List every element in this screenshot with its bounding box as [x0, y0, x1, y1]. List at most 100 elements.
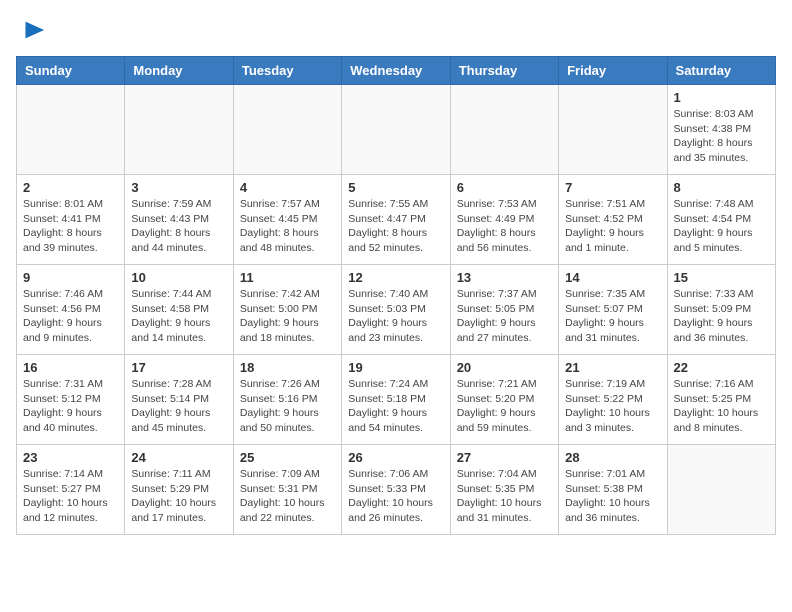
day-cell: 1Sunrise: 8:03 AM Sunset: 4:38 PM Daylig…	[667, 85, 775, 175]
day-info: Sunrise: 7:42 AM Sunset: 5:00 PM Dayligh…	[240, 287, 335, 346]
week-row-5: 23Sunrise: 7:14 AM Sunset: 5:27 PM Dayli…	[17, 445, 776, 535]
col-header-monday: Monday	[125, 57, 233, 85]
day-number: 27	[457, 450, 552, 465]
day-number: 12	[348, 270, 443, 285]
day-info: Sunrise: 7:19 AM Sunset: 5:22 PM Dayligh…	[565, 377, 660, 436]
day-number: 13	[457, 270, 552, 285]
day-number: 14	[565, 270, 660, 285]
day-info: Sunrise: 7:59 AM Sunset: 4:43 PM Dayligh…	[131, 197, 226, 256]
day-info: Sunrise: 7:44 AM Sunset: 4:58 PM Dayligh…	[131, 287, 226, 346]
day-cell: 27 Sunrise: 7:04 AM Sunset: 5:35 PM Dayli…	[450, 445, 558, 535]
day-cell: 24 Sunrise: 7:11 AM Sunset: 5:29 PM Dayli…	[125, 445, 233, 535]
day-cell	[17, 85, 125, 175]
day-cell: 23Sunrise: 7:14 AM Sunset: 5:27 PM Dayli…	[17, 445, 125, 535]
day-info: Sunrise: 7:35 AM Sunset: 5:07 PM Dayligh…	[565, 287, 660, 346]
day-number: 19	[348, 360, 443, 375]
day-cell: 19 Sunrise: 7:24 AM Sunset: 5:18 PM Dayli…	[342, 355, 450, 445]
day-cell: 12 Sunrise: 7:40 AM Sunset: 5:03 PM Dayli…	[342, 265, 450, 355]
day-number: 16	[23, 360, 118, 375]
day-number: 5	[348, 180, 443, 195]
day-info: Sunrise: 7:01 AM Sunset: 5:38 PM Dayligh…	[565, 467, 660, 526]
day-number: 9	[23, 270, 118, 285]
day-info: Sunrise: 7:21 AM Sunset: 5:20 PM Dayligh…	[457, 377, 552, 436]
day-cell: 5 Sunrise: 7:55 AM Sunset: 4:47 PM Daylig…	[342, 175, 450, 265]
day-number: 4	[240, 180, 335, 195]
day-cell: 14 Sunrise: 7:35 AM Sunset: 5:07 PM Dayli…	[559, 265, 667, 355]
day-number: 11	[240, 270, 335, 285]
day-cell: 21 Sunrise: 7:19 AM Sunset: 5:22 PM Dayli…	[559, 355, 667, 445]
day-number: 3	[131, 180, 226, 195]
day-info: Sunrise: 7:55 AM Sunset: 4:47 PM Dayligh…	[348, 197, 443, 256]
day-cell: 22 Sunrise: 7:16 AM Sunset: 5:25 PM Dayli…	[667, 355, 775, 445]
day-cell	[342, 85, 450, 175]
day-cell: 18 Sunrise: 7:26 AM Sunset: 5:16 PM Dayli…	[233, 355, 341, 445]
day-cell: 2 Sunrise: 8:01 AM Sunset: 4:41 PM Daylig…	[17, 175, 125, 265]
day-cell: 17 Sunrise: 7:28 AM Sunset: 5:14 PM Dayli…	[125, 355, 233, 445]
day-cell: 28 Sunrise: 7:01 AM Sunset: 5:38 PM Dayli…	[559, 445, 667, 535]
day-cell: 20 Sunrise: 7:21 AM Sunset: 5:20 PM Dayli…	[450, 355, 558, 445]
day-cell: 15 Sunrise: 7:33 AM Sunset: 5:09 PM Dayli…	[667, 265, 775, 355]
day-cell	[559, 85, 667, 175]
week-row-4: 16 Sunrise: 7:31 AM Sunset: 5:12 PM Dayli…	[17, 355, 776, 445]
day-cell	[125, 85, 233, 175]
day-info: Sunrise: 7:24 AM Sunset: 5:18 PM Dayligh…	[348, 377, 443, 436]
day-number: 2	[23, 180, 118, 195]
header	[16, 16, 776, 44]
day-cell	[450, 85, 558, 175]
day-info: Sunrise: 7:33 AM Sunset: 5:09 PM Dayligh…	[674, 287, 769, 346]
logo-icon	[18, 16, 46, 44]
day-number: 22	[674, 360, 769, 375]
col-header-wednesday: Wednesday	[342, 57, 450, 85]
day-info: Sunrise: 7:28 AM Sunset: 5:14 PM Dayligh…	[131, 377, 226, 436]
day-info: Sunrise: 7:46 AM Sunset: 4:56 PM Dayligh…	[23, 287, 118, 346]
day-info: Sunrise: 7:04 AM Sunset: 5:35 PM Dayligh…	[457, 467, 552, 526]
day-cell: 16 Sunrise: 7:31 AM Sunset: 5:12 PM Dayli…	[17, 355, 125, 445]
col-header-saturday: Saturday	[667, 57, 775, 85]
day-info: Sunrise: 7:06 AM Sunset: 5:33 PM Dayligh…	[348, 467, 443, 526]
calendar: SundayMondayTuesdayWednesdayThursdayFrid…	[16, 56, 776, 535]
day-info: Sunrise: 7:57 AM Sunset: 4:45 PM Dayligh…	[240, 197, 335, 256]
day-info: Sunrise: 7:16 AM Sunset: 5:25 PM Dayligh…	[674, 377, 769, 436]
day-info: Sunrise: 7:11 AM Sunset: 5:29 PM Dayligh…	[131, 467, 226, 526]
day-number: 18	[240, 360, 335, 375]
day-info: Sunrise: 7:48 AM Sunset: 4:54 PM Dayligh…	[674, 197, 769, 256]
col-header-sunday: Sunday	[17, 57, 125, 85]
day-number: 26	[348, 450, 443, 465]
day-cell: 25 Sunrise: 7:09 AM Sunset: 5:31 PM Dayli…	[233, 445, 341, 535]
day-number: 28	[565, 450, 660, 465]
day-number: 6	[457, 180, 552, 195]
day-cell: 8 Sunrise: 7:48 AM Sunset: 4:54 PM Daylig…	[667, 175, 775, 265]
day-info: Sunrise: 7:40 AM Sunset: 5:03 PM Dayligh…	[348, 287, 443, 346]
day-number: 1	[674, 90, 769, 105]
day-number: 10	[131, 270, 226, 285]
day-info: Sunrise: 7:51 AM Sunset: 4:52 PM Dayligh…	[565, 197, 660, 256]
week-row-3: 9 Sunrise: 7:46 AM Sunset: 4:56 PM Daylig…	[17, 265, 776, 355]
day-cell: 3 Sunrise: 7:59 AM Sunset: 4:43 PM Daylig…	[125, 175, 233, 265]
day-cell	[233, 85, 341, 175]
week-row-1: 1Sunrise: 8:03 AM Sunset: 4:38 PM Daylig…	[17, 85, 776, 175]
day-number: 8	[674, 180, 769, 195]
day-number: 21	[565, 360, 660, 375]
day-number: 17	[131, 360, 226, 375]
day-number: 15	[674, 270, 769, 285]
day-number: 20	[457, 360, 552, 375]
day-cell: 4 Sunrise: 7:57 AM Sunset: 4:45 PM Daylig…	[233, 175, 341, 265]
week-row-2: 2 Sunrise: 8:01 AM Sunset: 4:41 PM Daylig…	[17, 175, 776, 265]
day-info: Sunrise: 7:53 AM Sunset: 4:49 PM Dayligh…	[457, 197, 552, 256]
day-cell: 9 Sunrise: 7:46 AM Sunset: 4:56 PM Daylig…	[17, 265, 125, 355]
day-info: Sunrise: 7:09 AM Sunset: 5:31 PM Dayligh…	[240, 467, 335, 526]
day-cell: 6 Sunrise: 7:53 AM Sunset: 4:49 PM Daylig…	[450, 175, 558, 265]
col-header-friday: Friday	[559, 57, 667, 85]
day-number: 24	[131, 450, 226, 465]
day-info: Sunrise: 7:31 AM Sunset: 5:12 PM Dayligh…	[23, 377, 118, 436]
day-cell: 11 Sunrise: 7:42 AM Sunset: 5:00 PM Dayli…	[233, 265, 341, 355]
day-number: 7	[565, 180, 660, 195]
day-number: 23	[23, 450, 118, 465]
day-number: 25	[240, 450, 335, 465]
day-info: Sunrise: 8:01 AM Sunset: 4:41 PM Dayligh…	[23, 197, 118, 256]
day-info: Sunrise: 7:37 AM Sunset: 5:05 PM Dayligh…	[457, 287, 552, 346]
day-info: Sunrise: 7:26 AM Sunset: 5:16 PM Dayligh…	[240, 377, 335, 436]
day-cell: 26 Sunrise: 7:06 AM Sunset: 5:33 PM Dayli…	[342, 445, 450, 535]
day-cell: 7 Sunrise: 7:51 AM Sunset: 4:52 PM Daylig…	[559, 175, 667, 265]
calendar-header-row: SundayMondayTuesdayWednesdayThursdayFrid…	[17, 57, 776, 85]
